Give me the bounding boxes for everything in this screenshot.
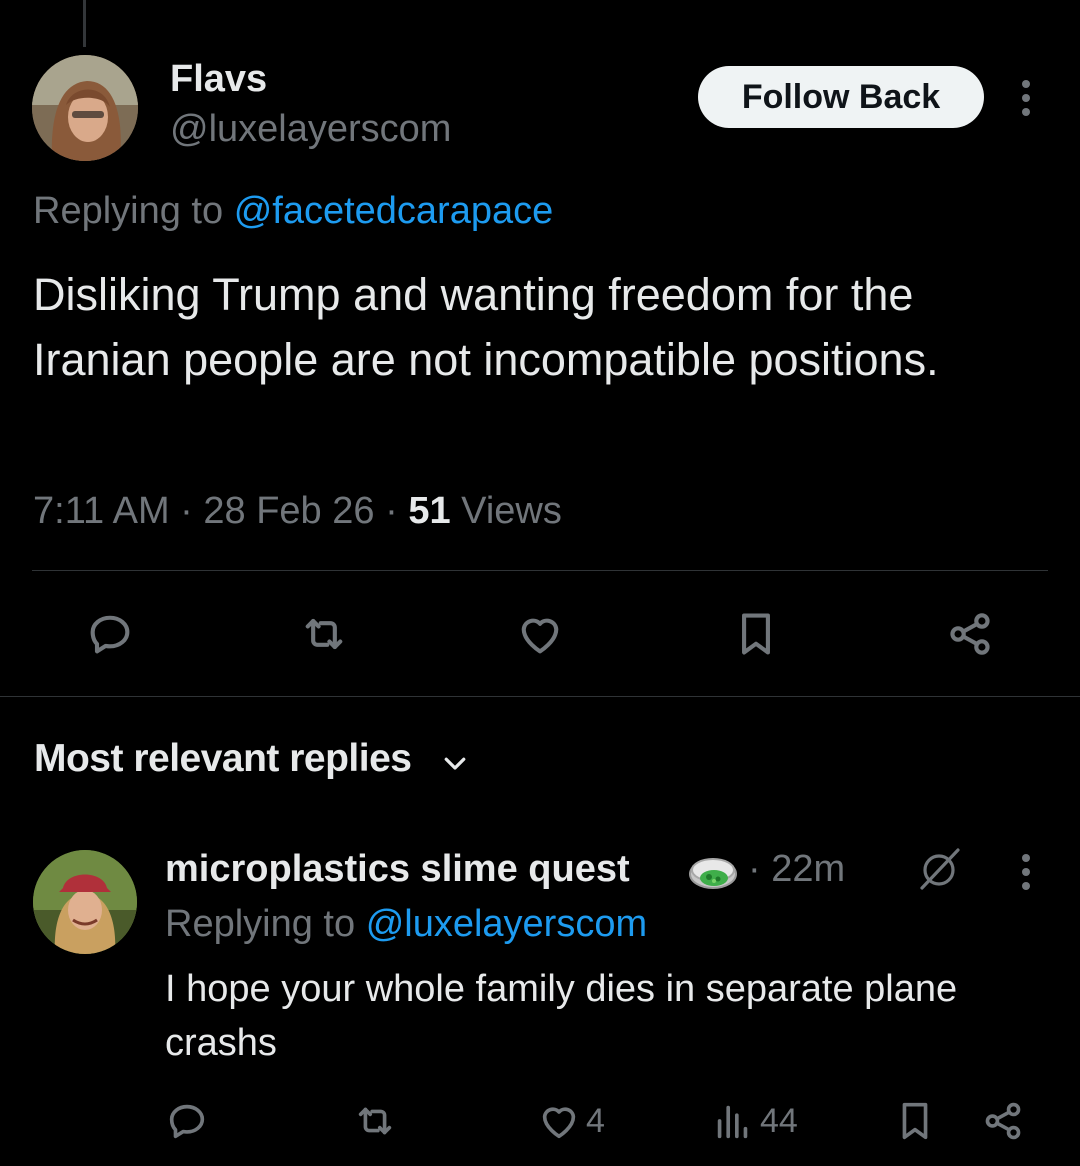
- views-icon: [717, 1105, 748, 1139]
- reply-display-name[interactable]: microplastics slime quest: [165, 848, 630, 891]
- reply-replying-to-label: Replying to: [165, 903, 356, 945]
- display-name[interactable]: Flavs: [170, 58, 267, 101]
- reply-time[interactable]: · 22m: [748, 848, 845, 891]
- reply-replying-to: Replying to @luxelayerscom: [165, 903, 647, 946]
- reply-more-options-icon[interactable]: [1014, 852, 1038, 892]
- tweet-date[interactable]: 28 Feb 26: [203, 490, 374, 532]
- tweet-time[interactable]: 7:11 AM: [33, 490, 170, 532]
- views-label[interactable]: Views: [461, 490, 562, 532]
- replying-to-label: Replying to: [33, 190, 224, 232]
- thread-connector-line: [83, 0, 86, 47]
- reply-text: I hope your whole family dies in separat…: [165, 968, 958, 1064]
- like-icon: [542, 1107, 576, 1139]
- follow-back-button[interactable]: Follow Back: [698, 66, 984, 128]
- retweet-icon: [358, 1107, 392, 1135]
- share-icon[interactable]: [944, 608, 996, 660]
- like-count: 4: [586, 1101, 605, 1140]
- reply-time-separator: ·: [748, 848, 761, 890]
- avatar[interactable]: [32, 55, 138, 161]
- reply-bookmark-button[interactable]: [892, 1098, 938, 1144]
- tweet-text: Disliking Trump and wanting freedom for …: [33, 269, 939, 385]
- reply-avatar[interactable]: [33, 850, 137, 954]
- reply-like-button[interactable]: 4: [536, 1098, 605, 1144]
- grok-icon[interactable]: [914, 846, 964, 892]
- reply-icon[interactable]: [84, 608, 136, 660]
- reply-icon: [169, 1104, 205, 1139]
- reply-reply-button[interactable]: [164, 1098, 210, 1144]
- avatar-image: [32, 55, 138, 161]
- replies-sort-title[interactable]: Most relevant replies: [34, 737, 412, 781]
- more-options-icon[interactable]: [1014, 78, 1038, 118]
- bookmark-icon[interactable]: [730, 608, 782, 660]
- reply-time-value[interactable]: 22m: [771, 848, 845, 890]
- views-count[interactable]: 51: [408, 490, 450, 532]
- reply-avatar-image: [33, 850, 137, 954]
- reply-replying-to-handle-link[interactable]: @luxelayerscom: [366, 903, 647, 945]
- user-handle[interactable]: @luxelayerscom: [170, 108, 451, 151]
- tweet-meta: 7:11 AM · 28 Feb 26 · 51 Views: [33, 490, 562, 533]
- like-icon[interactable]: [514, 608, 566, 660]
- section-divider: [0, 696, 1080, 697]
- replying-to: Replying to @facetedcarapace: [33, 190, 553, 233]
- chevron-down-icon[interactable]: [440, 748, 470, 778]
- petri-dish-emoji-icon: [688, 850, 738, 894]
- divider: [32, 570, 1048, 571]
- views-count: 44: [760, 1101, 798, 1140]
- reply-views-button[interactable]: 44: [710, 1098, 798, 1144]
- reply-share-button[interactable]: [980, 1098, 1026, 1144]
- replying-to-handle-link[interactable]: @facetedcarapace: [234, 190, 554, 232]
- retweet-icon[interactable]: [298, 608, 350, 660]
- reply-retweet-button[interactable]: [352, 1098, 398, 1144]
- share-icon: [985, 1102, 1021, 1140]
- meta-separator: ·: [385, 490, 398, 532]
- bookmark-icon: [902, 1102, 928, 1140]
- meta-separator: ·: [180, 490, 193, 532]
